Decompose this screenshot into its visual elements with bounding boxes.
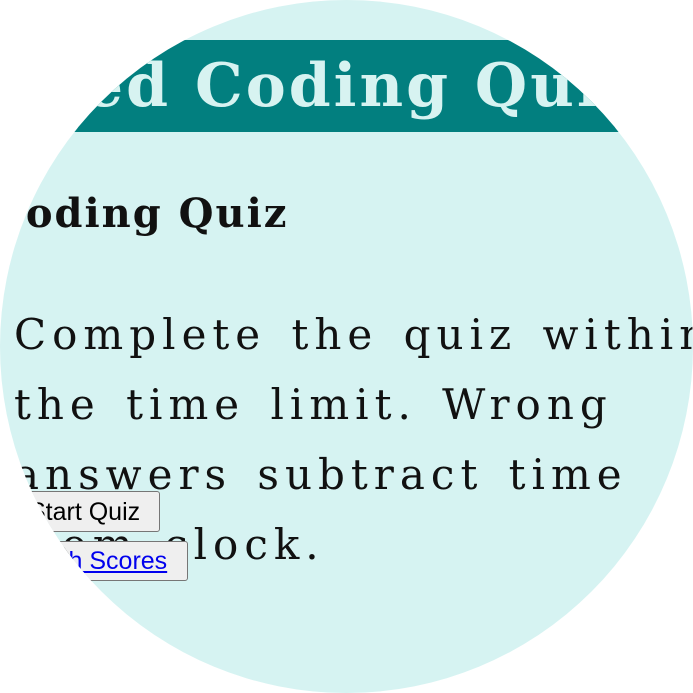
- high-scores-link[interactable]: High Scores: [31, 547, 167, 575]
- high-scores-button[interactable]: High Scores: [0, 541, 188, 581]
- page-viewport: Timed Coding Quiz Coding Quiz Complete t…: [0, 0, 693, 693]
- page-title: Coding Quiz: [0, 190, 289, 237]
- instructions-text: Complete the quiz within the time limit.…: [14, 310, 693, 569]
- start-quiz-button[interactable]: Start Quiz: [0, 491, 160, 532]
- app-title: Timed Coding Quiz: [0, 51, 640, 121]
- header-banner: Timed Coding Quiz: [0, 40, 693, 132]
